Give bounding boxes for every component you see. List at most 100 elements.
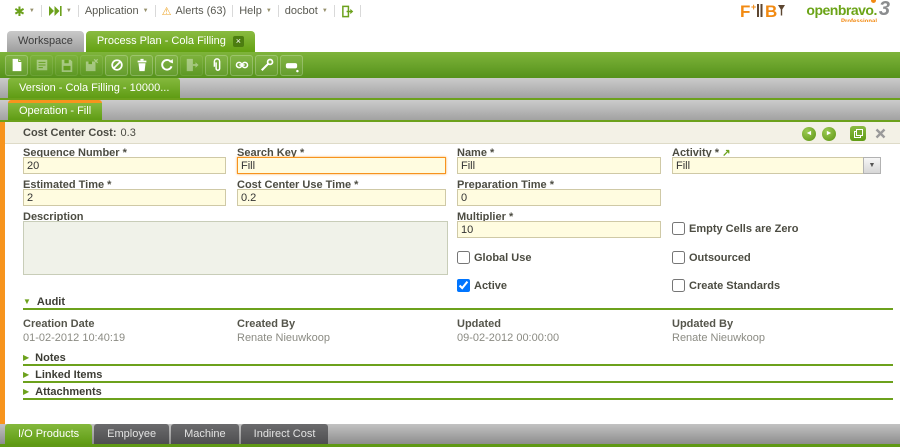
- linked-items-button[interactable]: [230, 55, 253, 76]
- collapsed-arrow-icon: ▶: [23, 387, 29, 396]
- multiplier-input[interactable]: [457, 221, 661, 238]
- save-icon: [60, 58, 74, 72]
- creation-date-label: Creation Date: [23, 318, 95, 330]
- chevron-down-icon: ▼: [322, 8, 328, 14]
- global-use-checkbox[interactable]: Global Use: [457, 251, 531, 264]
- application-menu[interactable]: Application ▼: [79, 5, 155, 17]
- new-document-icon: [10, 58, 24, 72]
- preparation-time-input[interactable]: [457, 189, 661, 206]
- sequence-number-input[interactable]: [23, 157, 226, 174]
- tab-indirect-cost[interactable]: Indirect Cost: [241, 424, 329, 444]
- previous-icon: ◄: [806, 130, 813, 137]
- activity-combo: ▼: [672, 157, 881, 174]
- workspace-menu[interactable]: ✱ ▼: [8, 5, 41, 18]
- estimated-time-input[interactable]: [23, 189, 226, 206]
- active-checkbox[interactable]: Active: [457, 279, 507, 292]
- user-menu[interactable]: docbot ▼: [279, 5, 334, 17]
- create-standards-box[interactable]: [672, 279, 685, 292]
- openbravo-wordmark: openbravo.: [806, 2, 876, 18]
- save-button: [55, 55, 78, 76]
- search-key-input[interactable]: [237, 157, 446, 174]
- maximize-button[interactable]: [850, 126, 866, 141]
- next-icon: ►: [826, 130, 833, 137]
- empty-cells-are-zero-checkbox[interactable]: Empty Cells are Zero: [672, 222, 798, 235]
- wrench-icon: [260, 58, 274, 72]
- chevron-down-icon: ▼: [266, 8, 272, 14]
- workspace-star-icon: ✱: [14, 5, 25, 18]
- previous-record-button[interactable]: ◄: [802, 127, 816, 141]
- edit-in-grid-button: [30, 55, 53, 76]
- section-attachments[interactable]: ▶ Attachments: [23, 385, 893, 400]
- refresh-button[interactable]: [155, 55, 178, 76]
- delete-button[interactable]: [130, 55, 153, 76]
- section-notes[interactable]: ▶ Notes: [23, 351, 893, 366]
- section-attachments-title: Attachments: [35, 386, 102, 398]
- updated-label: Updated: [457, 318, 501, 330]
- next-record-button[interactable]: ►: [822, 127, 836, 141]
- close-tab-icon[interactable]: ×: [233, 36, 244, 47]
- create-standards-checkbox[interactable]: Create Standards: [672, 279, 780, 292]
- tab-process-plan-label: Process Plan - Cola Filling: [97, 31, 226, 52]
- tab-workspace[interactable]: Workspace: [7, 31, 84, 52]
- close-form-button[interactable]: [872, 126, 888, 141]
- cost-center-use-time-input[interactable]: [237, 189, 446, 206]
- tab-operation[interactable]: Operation - Fill: [8, 100, 102, 120]
- tab-machine[interactable]: Machine: [171, 424, 239, 444]
- openbravo-version: 3: [879, 0, 890, 21]
- save-and-close-button: [80, 55, 103, 76]
- recent-views-menu[interactable]: ▼: [42, 6, 78, 16]
- updated-by-label: Updated By: [672, 318, 733, 330]
- svg-text:+: +: [751, 2, 756, 12]
- activity-input[interactable]: [672, 157, 863, 174]
- more-options-button[interactable]: [280, 55, 303, 76]
- global-use-box[interactable]: [457, 251, 470, 264]
- tools-button[interactable]: [255, 55, 278, 76]
- tab-employee[interactable]: Employee: [94, 424, 169, 444]
- updated-value: 09-02-2012 00:00:00: [457, 332, 559, 344]
- export-icon: [185, 58, 199, 72]
- collapsed-arrow-icon: ▶: [23, 370, 29, 379]
- menu-separator: [360, 5, 361, 17]
- form-content: Cost Center Cost: 0.3 ◄ ► Sequence Numbe…: [0, 122, 900, 424]
- section-audit[interactable]: ▼ Audit: [23, 295, 893, 310]
- operation-tab-bar: Operation - Fill: [0, 100, 900, 122]
- tab-version[interactable]: Version - Cola Filling - 10000...: [8, 78, 180, 98]
- expanded-arrow-icon: ▼: [23, 297, 31, 306]
- updated-by-value: Renate Nieuwkoop: [672, 332, 765, 344]
- tab-process-plan[interactable]: Process Plan - Cola Filling ×: [86, 31, 255, 52]
- chevron-down-icon: ▼: [29, 8, 35, 14]
- tab-io-products[interactable]: I/O Products: [5, 424, 92, 444]
- section-linked-items-title: Linked Items: [35, 369, 102, 381]
- version-tab-bar: Version - Cola Filling - 10000...: [0, 78, 900, 100]
- description-textarea[interactable]: [23, 221, 448, 275]
- help-menu-label: Help: [239, 5, 262, 17]
- outsourced-checkbox[interactable]: Outsourced: [672, 251, 751, 264]
- new-record-button[interactable]: [5, 55, 28, 76]
- alert-warning-icon: ⚠: [162, 5, 172, 18]
- attachments-button[interactable]: [205, 55, 228, 76]
- chevron-down-icon: ▼: [66, 8, 72, 14]
- fast-forward-icon: [48, 6, 62, 16]
- section-linked-items[interactable]: ▶ Linked Items: [23, 368, 893, 383]
- trash-icon: [135, 58, 149, 72]
- active-label: Active: [474, 280, 507, 292]
- outsourced-box[interactable]: [672, 251, 685, 264]
- alerts-menu[interactable]: ⚠ Alerts (63): [156, 5, 233, 18]
- fnb-brand-logo: F + B: [740, 1, 788, 21]
- button-bar-icon: [284, 58, 299, 73]
- help-menu[interactable]: Help ▼: [233, 5, 278, 17]
- chevron-down-icon: ▼: [143, 8, 149, 14]
- status-bar: Cost Center Cost: 0.3 ◄ ►: [5, 122, 900, 144]
- create-standards-label: Create Standards: [689, 280, 780, 292]
- activity-dropdown-button[interactable]: ▼: [863, 157, 881, 174]
- name-input[interactable]: [457, 157, 661, 174]
- empty-cells-are-zero-box[interactable]: [672, 222, 685, 235]
- chevron-down-icon: ▼: [869, 162, 876, 169]
- active-box[interactable]: [457, 279, 470, 292]
- logout-button[interactable]: [335, 5, 360, 18]
- svg-text:F: F: [740, 2, 750, 21]
- openbravo-dot-icon: [871, 0, 876, 3]
- created-by-value: Renate Nieuwkoop: [237, 332, 330, 344]
- empty-cells-are-zero-label: Empty Cells are Zero: [689, 223, 798, 235]
- undo-button[interactable]: [105, 55, 128, 76]
